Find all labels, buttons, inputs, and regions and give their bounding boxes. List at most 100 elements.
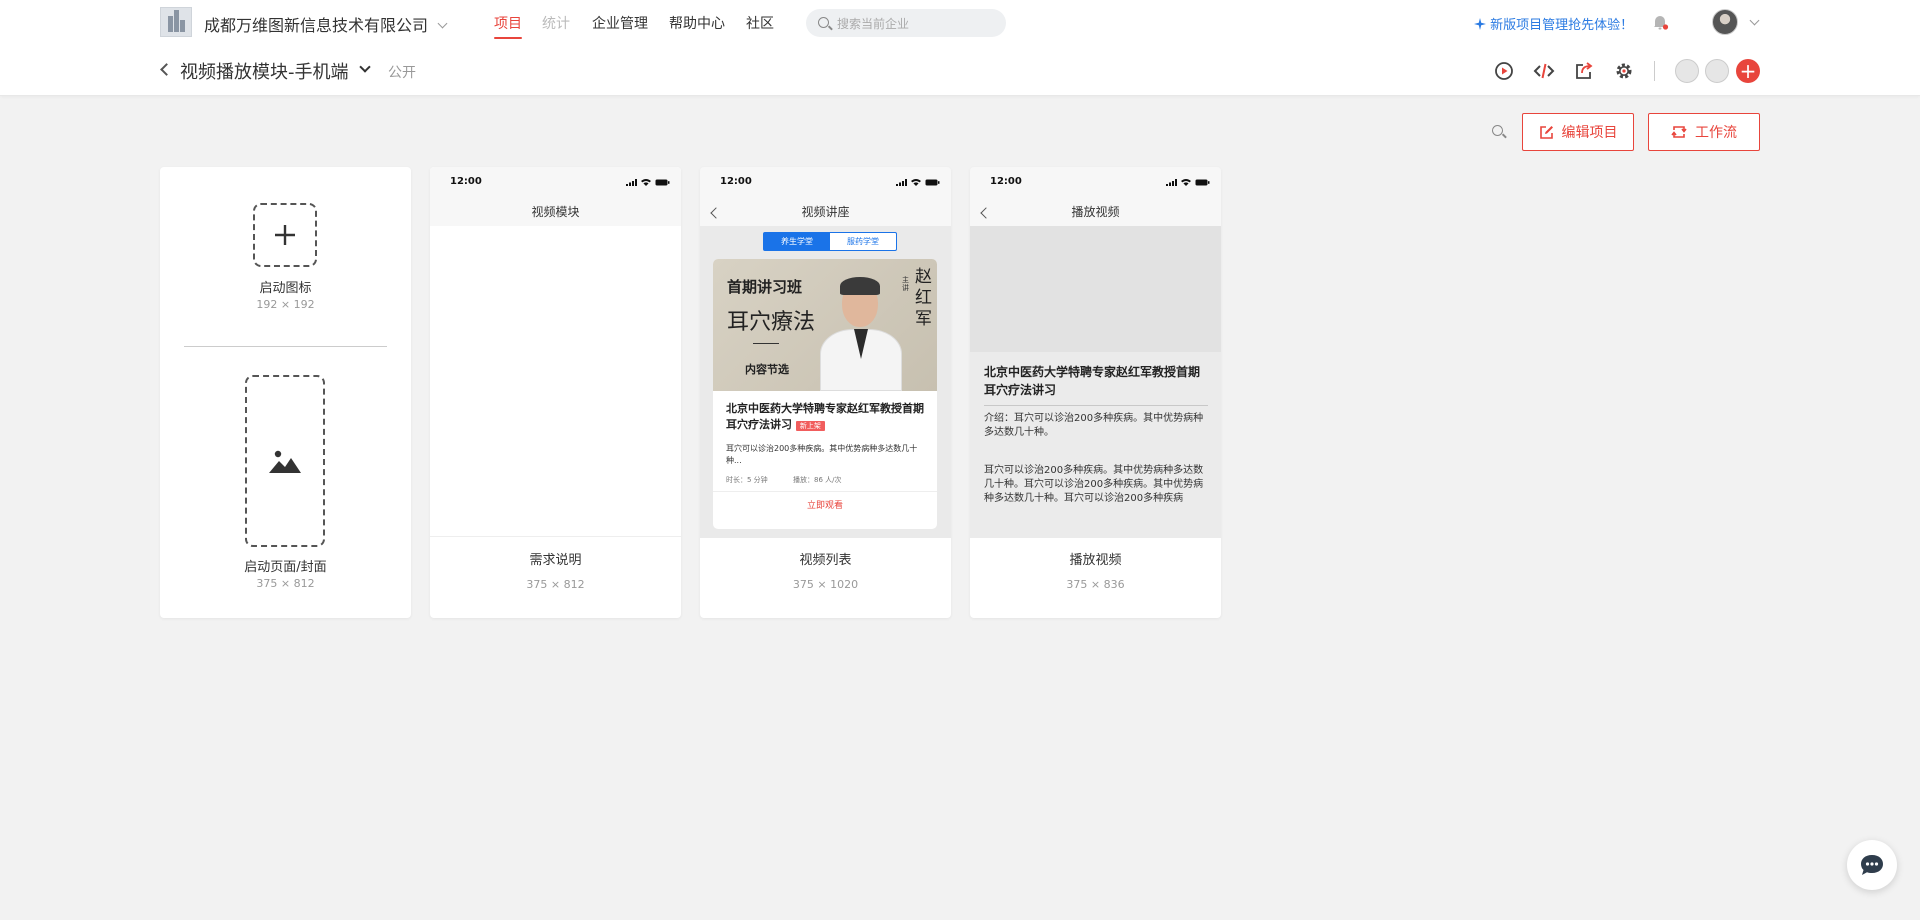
- video-intro: 介绍：耳穴可以诊治200多种疾病。其中优势病种多达数几十种。: [984, 413, 1204, 438]
- project-dropdown-icon[interactable]: [359, 61, 371, 73]
- status-time: 12:00: [990, 176, 1022, 187]
- nav-community[interactable]: 社区: [746, 13, 774, 33]
- battery-icon: [1195, 179, 1210, 186]
- back-button[interactable]: [160, 63, 173, 76]
- promo-text: 新版项目管理抢先体验！: [1490, 18, 1634, 33]
- chevron-down-icon: [437, 18, 448, 29]
- launch-cover-size: 375 × 812: [256, 577, 315, 590]
- nav-projects[interactable]: 项目: [494, 13, 522, 39]
- project-title: 视频播放模块-手机端: [180, 62, 349, 83]
- battery-icon: [925, 179, 940, 186]
- video-player-area: [970, 226, 1221, 352]
- divider: [184, 346, 387, 347]
- launch-cover-slot[interactable]: [245, 375, 325, 547]
- screen-thumbnail[interactable]: 12:00 视频模块: [430, 167, 681, 538]
- sparkle-icon: [1474, 18, 1486, 30]
- status-icons: [896, 178, 940, 186]
- screen-title: 视频模块: [531, 205, 580, 219]
- screen-card[interactable]: 12:00 视频模块 需求说明 375 × 812: [430, 167, 681, 618]
- launch-icon-slot[interactable]: [253, 203, 317, 267]
- video-title: 北京中医药大学特聘专家赵红军教授首期耳穴疗法讲习 新上架: [726, 401, 930, 434]
- signal-icon: [896, 179, 907, 186]
- tab-medication: 服药学堂: [847, 237, 879, 246]
- workflow-label: 工作流: [1695, 125, 1737, 141]
- status-icons: [626, 178, 670, 186]
- play-button[interactable]: [1493, 60, 1515, 82]
- watch-now: 立即观看: [806, 501, 843, 511]
- workflow-icon: [1671, 126, 1687, 138]
- screen-title: 视频讲座: [801, 205, 850, 219]
- video-title: 北京中医药大学特聘专家赵红军教授首期耳穴疗法讲习: [984, 365, 1201, 397]
- screen-size: 375 × 836: [1066, 578, 1125, 591]
- screen-card[interactable]: 12:00 视频讲座 养生学堂 服药学堂 首期讲习班 耳穴療法 内容节选 赵 红…: [700, 167, 951, 618]
- video-body: 耳穴可以诊治200多种疾病。其中优势病种多达数几十种。耳穴可以诊治200多种疾病…: [984, 465, 1204, 504]
- notification-button[interactable]: [1651, 13, 1669, 30]
- status-time: 12:00: [450, 176, 482, 187]
- top-bar: 成都万维图新信息技术有限公司 项目 统计 企业管理 帮助中心 社区 搜索当前企业…: [0, 0, 1920, 96]
- screen-size: 375 × 812: [526, 578, 585, 591]
- video-plays: 播放：86 人/次: [793, 476, 842, 484]
- video-desc: 耳穴可以诊治200多种疾病。其中优势病种多达数几十种...: [726, 444, 918, 465]
- edit-project-button[interactable]: 编辑项目: [1522, 113, 1634, 151]
- search-icon: [818, 17, 829, 28]
- chevron-down-icon[interactable]: [1749, 15, 1760, 26]
- company-switcher[interactable]: 成都万维图新信息技术有限公司: [204, 12, 448, 36]
- search-placeholder: 搜索当前企业: [837, 17, 910, 31]
- video-title-text: 北京中医药大学特聘专家赵红军教授首期耳穴疗法讲习: [726, 402, 924, 431]
- visibility-label: 公开: [388, 65, 416, 81]
- tab-switcher: 养生学堂 服药学堂: [763, 232, 897, 251]
- battery-icon: [655, 179, 670, 186]
- promo-link[interactable]: 新版项目管理抢先体验！: [1474, 14, 1633, 33]
- screen-title: 播放视频: [1071, 205, 1120, 219]
- phone-header: 12:00 播放视频: [970, 167, 1221, 226]
- add-member-button[interactable]: +: [1736, 59, 1760, 83]
- launch-assets-card: 启动图标 192 × 192 启动页面/封面 375 × 812: [160, 167, 411, 618]
- poster-side-char: 军: [915, 309, 932, 329]
- user-avatar[interactable]: [1712, 9, 1738, 35]
- code-button[interactable]: [1533, 60, 1555, 82]
- bell-icon: [1654, 16, 1669, 30]
- plus-icon: [275, 225, 295, 245]
- presenter-photo: [820, 267, 902, 391]
- poster-line3: 内容节选: [745, 363, 789, 376]
- company-name: 成都万维图新信息技术有限公司: [204, 16, 429, 35]
- edit-icon: [1539, 125, 1553, 139]
- chat-bubble-icon: [1861, 855, 1883, 875]
- poster-side-text: 赵 红 军: [915, 267, 932, 330]
- nav-help[interactable]: 帮助中心: [669, 13, 725, 33]
- member-avatar[interactable]: [1675, 59, 1699, 83]
- chat-button[interactable]: [1847, 840, 1897, 890]
- settings-button[interactable]: [1613, 60, 1635, 82]
- poster-side-char: 红: [915, 288, 932, 308]
- nav-enterprise[interactable]: 企业管理: [592, 13, 648, 33]
- wifi-icon: [1181, 179, 1191, 186]
- workflow-button[interactable]: 工作流: [1648, 113, 1760, 151]
- divider: [713, 491, 937, 492]
- image-icon: [269, 450, 301, 473]
- share-icon: [1576, 62, 1593, 79]
- video-duration: 时长：5 分钟: [726, 476, 768, 484]
- company-logo[interactable]: [160, 7, 192, 37]
- signal-icon: [626, 179, 637, 186]
- video-card: 首期讲习班 耳穴療法 内容节选 赵 红 军 主讲 北京中医药大学特聘专家赵红军教…: [713, 259, 937, 529]
- divider: [430, 536, 681, 537]
- search-icon[interactable]: [1492, 125, 1503, 136]
- screen-name: 视频列表: [799, 553, 852, 568]
- screen-thumbnail[interactable]: 12:00 播放视频 北京中医药大学特聘专家赵红军教授首期耳穴疗法讲习 介绍：耳…: [970, 167, 1221, 538]
- share-button[interactable]: [1573, 60, 1595, 82]
- member-avatar[interactable]: [1705, 59, 1729, 83]
- status-time: 12:00: [720, 176, 752, 187]
- wifi-icon: [641, 179, 651, 186]
- poster-presenter: 主讲: [902, 276, 909, 292]
- search-input[interactable]: 搜索当前企业: [806, 9, 1006, 37]
- divider: [984, 405, 1208, 406]
- nav-statistics[interactable]: 统计: [542, 13, 570, 33]
- screen-thumbnail[interactable]: 12:00 视频讲座 养生学堂 服药学堂 首期讲习班 耳穴療法 内容节选 赵 红…: [700, 167, 951, 538]
- poster-rule: [753, 343, 779, 344]
- tab-health: 养生学堂: [764, 233, 830, 250]
- launch-icon-size: 192 × 192: [256, 298, 315, 311]
- screen-card[interactable]: 12:00 播放视频 北京中医药大学特聘专家赵红军教授首期耳穴疗法讲习 介绍：耳…: [970, 167, 1221, 618]
- phone-header: 12:00 视频模块: [430, 167, 681, 226]
- screen-size: 375 × 1020: [792, 578, 859, 591]
- phone-header: 12:00 视频讲座: [700, 167, 951, 226]
